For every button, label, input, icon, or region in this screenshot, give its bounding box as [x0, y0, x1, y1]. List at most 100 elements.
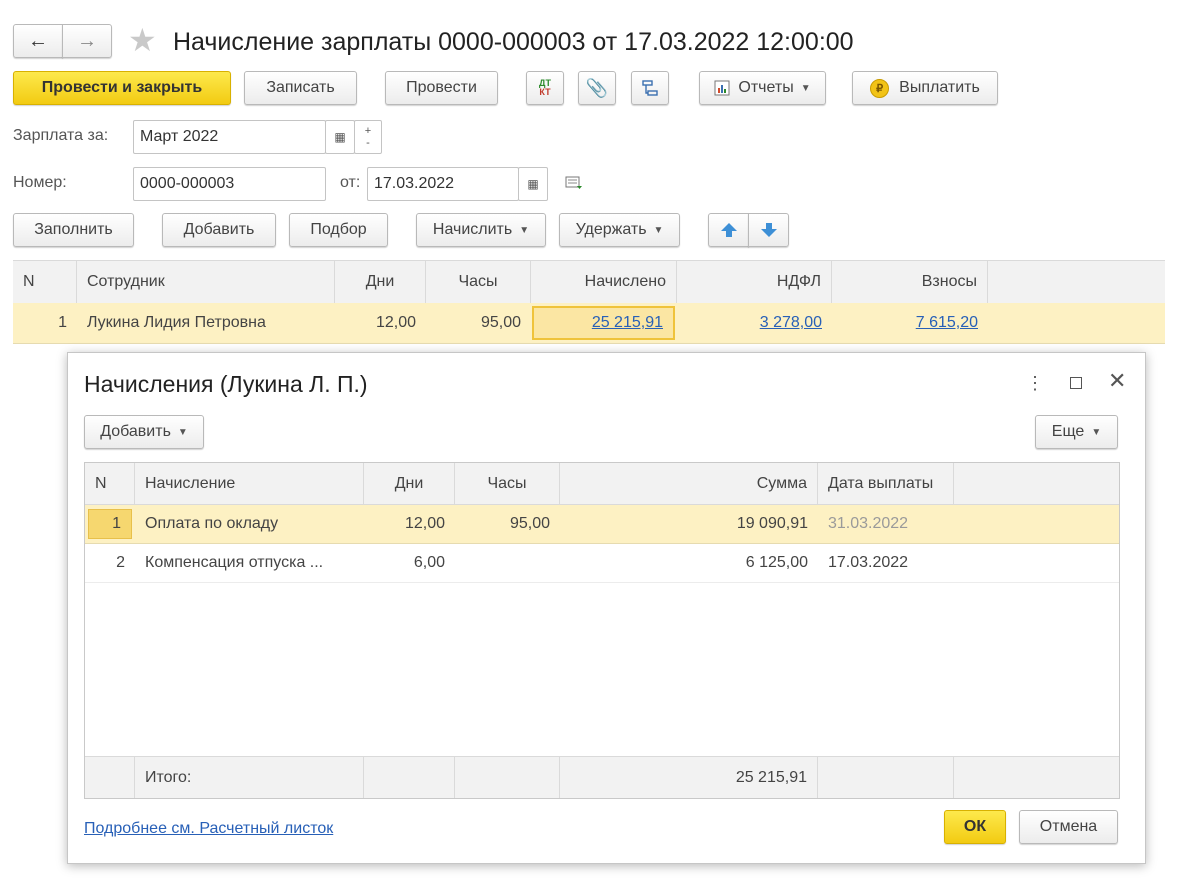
- more-label: Еще: [1051, 423, 1085, 440]
- withhold-label: Удержать: [575, 221, 647, 238]
- contributions-cell[interactable]: 7 615,20: [832, 303, 988, 343]
- arrow-up-icon: [720, 223, 737, 237]
- attach-button[interactable]: 📎: [578, 71, 616, 105]
- row-number: 1: [88, 509, 132, 539]
- maximize-icon[interactable]: [1070, 377, 1082, 389]
- calendar-icon: ▦: [527, 177, 539, 191]
- total-label: Итого:: [135, 757, 364, 798]
- move-up-button[interactable]: [708, 213, 749, 247]
- post-button[interactable]: Провести: [385, 71, 498, 105]
- accruals-table-header: N Начисление Дни Часы Сумма Дата выплаты: [85, 463, 1119, 505]
- ndfl-link[interactable]: 3 278,00: [760, 314, 822, 332]
- col-header-n[interactable]: N: [85, 463, 135, 504]
- more-button[interactable]: Еще ▼: [1035, 415, 1118, 449]
- accrual-name: Компенсация отпуска ...: [145, 554, 324, 571]
- fill-button[interactable]: Заполнить: [13, 213, 134, 247]
- footer-blank: [455, 757, 560, 798]
- favorite-star-icon[interactable]: ★: [128, 22, 157, 58]
- pay-button[interactable]: ₽ Выплатить: [852, 71, 998, 105]
- accrue-label: Начислить: [432, 221, 513, 238]
- accruals-dialog: Начисления (Лукина Л. П.) ⋮ ✕ Добавить ▼…: [67, 352, 1146, 864]
- arrow-down-icon: [760, 223, 777, 237]
- hours-value: 95,00: [509, 515, 550, 532]
- col-header-days[interactable]: Дни: [364, 463, 455, 504]
- move-down-button[interactable]: [748, 213, 789, 247]
- contributions-link[interactable]: 7 615,20: [916, 314, 978, 332]
- cancel-button[interactable]: Отмена: [1019, 810, 1118, 844]
- forward-button[interactable]: →: [62, 24, 112, 58]
- reports-label: Отчеты: [738, 79, 794, 96]
- footer-blank: [364, 757, 455, 798]
- employees-table-header: N Сотрудник Дни Часы Начислено НДФЛ Взно…: [13, 260, 1165, 304]
- salary-period-label: Зарплата за:: [13, 127, 109, 144]
- save-button[interactable]: Записать: [244, 71, 357, 105]
- select-button[interactable]: Подбор: [289, 213, 388, 247]
- number-label: Номер:: [13, 174, 67, 191]
- footer-blank: [85, 757, 135, 798]
- arrow-right-icon: →: [77, 29, 97, 52]
- chevron-down-icon: ▼: [800, 82, 811, 94]
- col-header-sum[interactable]: Сумма: [560, 463, 818, 504]
- table-row[interactable]: 1 Лукина Лидия Петровна 12,00 95,00 25 2…: [13, 303, 1165, 344]
- salary-period-input[interactable]: Март 2022: [133, 120, 326, 154]
- back-button[interactable]: ←: [13, 24, 63, 58]
- sum-value: 19 090,91: [736, 515, 808, 532]
- dt-kt-icon: ДТ КТ: [539, 78, 551, 97]
- report-chart-icon: [714, 80, 730, 96]
- stepper-down-icon: -: [366, 137, 370, 149]
- pay-date-value: 17.03.2022: [828, 554, 909, 571]
- arrow-left-icon: ←: [28, 29, 48, 52]
- row-number: 1: [58, 314, 67, 331]
- close-icon[interactable]: ✕: [1108, 370, 1126, 392]
- col-header-n[interactable]: N: [13, 261, 77, 303]
- employee-name: Лукина Лидия Петровна: [87, 314, 266, 331]
- accrued-link[interactable]: 25 215,91: [592, 314, 663, 332]
- number-input[interactable]: 0000-000003: [133, 167, 326, 201]
- pay-date-value: 31.03.2022: [828, 515, 909, 532]
- period-stepper[interactable]: + -: [354, 120, 382, 154]
- stepper-up-icon: +: [364, 125, 372, 137]
- structure-icon: [642, 80, 658, 96]
- col-header-contributions[interactable]: Взносы: [832, 261, 988, 303]
- post-and-close-button[interactable]: Провести и закрыть: [13, 71, 231, 105]
- coin-icon: ₽: [870, 78, 890, 98]
- comment-icon[interactable]: [565, 174, 585, 197]
- col-header-accrual[interactable]: Начисление: [135, 463, 364, 504]
- date-input[interactable]: 17.03.2022: [367, 167, 519, 201]
- accrued-cell[interactable]: 25 215,91: [532, 306, 675, 340]
- withhold-button[interactable]: Удержать ▼: [559, 213, 680, 247]
- reports-button[interactable]: Отчеты ▼: [699, 71, 826, 105]
- days-value: 12,00: [375, 314, 416, 331]
- more-vertical-icon[interactable]: ⋮: [1026, 373, 1044, 394]
- hours-value: 95,00: [480, 314, 521, 331]
- ok-button[interactable]: ОК: [944, 810, 1006, 844]
- col-header-accrued[interactable]: Начислено: [531, 261, 677, 303]
- col-header-pay-date[interactable]: Дата выплаты: [818, 463, 954, 504]
- col-header-employee[interactable]: Сотрудник: [77, 261, 335, 303]
- col-header-ndfl[interactable]: НДФЛ: [677, 261, 832, 303]
- table-row[interactable]: 1 Оплата по окладу 12,00 95,00 19 090,91…: [85, 505, 1119, 544]
- add-button[interactable]: Добавить: [162, 213, 276, 247]
- row-number: 2: [116, 554, 125, 571]
- structure-button[interactable]: [631, 71, 669, 105]
- date-calendar-button[interactable]: ▦: [518, 167, 548, 201]
- calendar-button[interactable]: ▦: [325, 120, 355, 154]
- accruals-table-footer: Итого: 25 215,91: [85, 756, 1119, 798]
- col-header-hours[interactable]: Часы: [426, 261, 531, 303]
- accrue-button[interactable]: Начислить ▼: [416, 213, 546, 247]
- dialog-add-button[interactable]: Добавить ▼: [84, 415, 204, 449]
- days-value: 12,00: [404, 515, 445, 532]
- total-value: 25 215,91: [560, 757, 818, 798]
- table-row[interactable]: 2 Компенсация отпуска ... 6,00 6 125,00 …: [85, 544, 1119, 583]
- col-header-days[interactable]: Дни: [335, 261, 426, 303]
- accruals-table: N Начисление Дни Часы Сумма Дата выплаты…: [84, 462, 1120, 799]
- date-label: от:: [340, 174, 361, 191]
- dialog-add-label: Добавить: [100, 423, 171, 440]
- hours-value: [455, 544, 560, 582]
- ndfl-cell[interactable]: 3 278,00: [677, 303, 832, 343]
- col-header-hours[interactable]: Часы: [455, 463, 560, 504]
- dialog-title: Начисления (Лукина Л. П.): [84, 371, 368, 397]
- sum-value: 6 125,00: [745, 554, 808, 571]
- payslip-link[interactable]: Подробнее см. Расчетный листок: [84, 820, 333, 838]
- dt-kt-button[interactable]: ДТ КТ: [526, 71, 564, 105]
